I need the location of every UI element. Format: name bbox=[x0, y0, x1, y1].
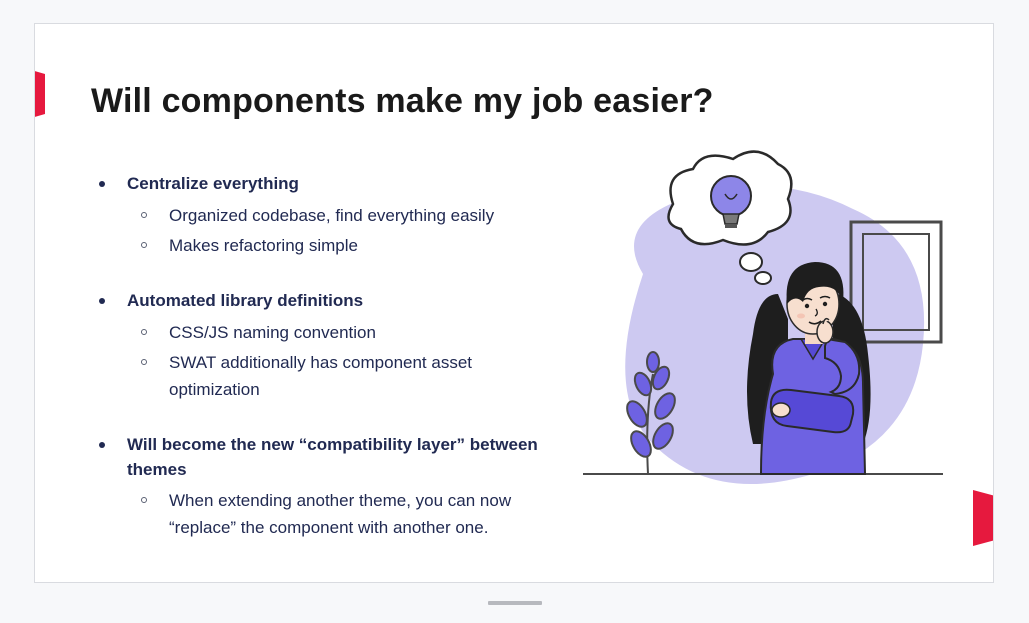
sub-text: Organized codebase, find everything easi… bbox=[169, 203, 494, 229]
sub-item: Makes refactoring simple bbox=[127, 233, 539, 259]
sub-item: When extending another theme, you can no… bbox=[127, 488, 539, 541]
bullet-dot-icon bbox=[99, 298, 105, 304]
slide-frame: Will components make my job easier? Cent… bbox=[34, 23, 994, 583]
sub-list: Organized codebase, find everything easi… bbox=[127, 203, 539, 260]
bullet-item: Centralize everything Organized codebase… bbox=[99, 172, 539, 259]
sub-text: SWAT additionally has component asset op… bbox=[169, 350, 539, 403]
bullet-dot-icon bbox=[99, 442, 105, 448]
sub-item: Organized codebase, find everything easi… bbox=[127, 203, 539, 229]
sub-text: When extending another theme, you can no… bbox=[169, 488, 539, 541]
slide-title: Will components make my job easier? bbox=[91, 82, 714, 121]
hollow-dot-icon bbox=[141, 212, 147, 218]
sub-text: Makes refactoring simple bbox=[169, 233, 358, 259]
thinking-woman-illustration-icon bbox=[563, 144, 963, 504]
hollow-dot-icon bbox=[141, 329, 147, 335]
sub-item: CSS/JS naming convention bbox=[127, 320, 539, 346]
bullet-item: Will become the new “compatibility layer… bbox=[99, 433, 539, 541]
hollow-dot-icon bbox=[141, 497, 147, 503]
sub-item: SWAT additionally has component asset op… bbox=[127, 350, 539, 403]
accent-shape-bottom-right-icon bbox=[963, 490, 994, 546]
slide-body: Centralize everything Organized codebase… bbox=[99, 172, 539, 571]
hollow-dot-icon bbox=[141, 359, 147, 365]
hollow-dot-icon bbox=[141, 242, 147, 248]
bullet-dot-icon bbox=[99, 181, 105, 187]
accent-shape-top-left-icon bbox=[34, 66, 57, 122]
drag-handle-icon[interactable] bbox=[488, 601, 542, 605]
bullet-list: Centralize everything Organized codebase… bbox=[99, 172, 539, 541]
sub-list: CSS/JS naming convention SWAT additional… bbox=[127, 320, 539, 403]
bullet-label: Centralize everything bbox=[127, 172, 299, 197]
bullet-item: Automated library definitions CSS/JS nam… bbox=[99, 289, 539, 403]
sub-list: When extending another theme, you can no… bbox=[127, 488, 539, 541]
bullet-label: Will become the new “compatibility layer… bbox=[127, 433, 539, 482]
sub-text: CSS/JS naming convention bbox=[169, 320, 376, 346]
bullet-label: Automated library definitions bbox=[127, 289, 363, 314]
